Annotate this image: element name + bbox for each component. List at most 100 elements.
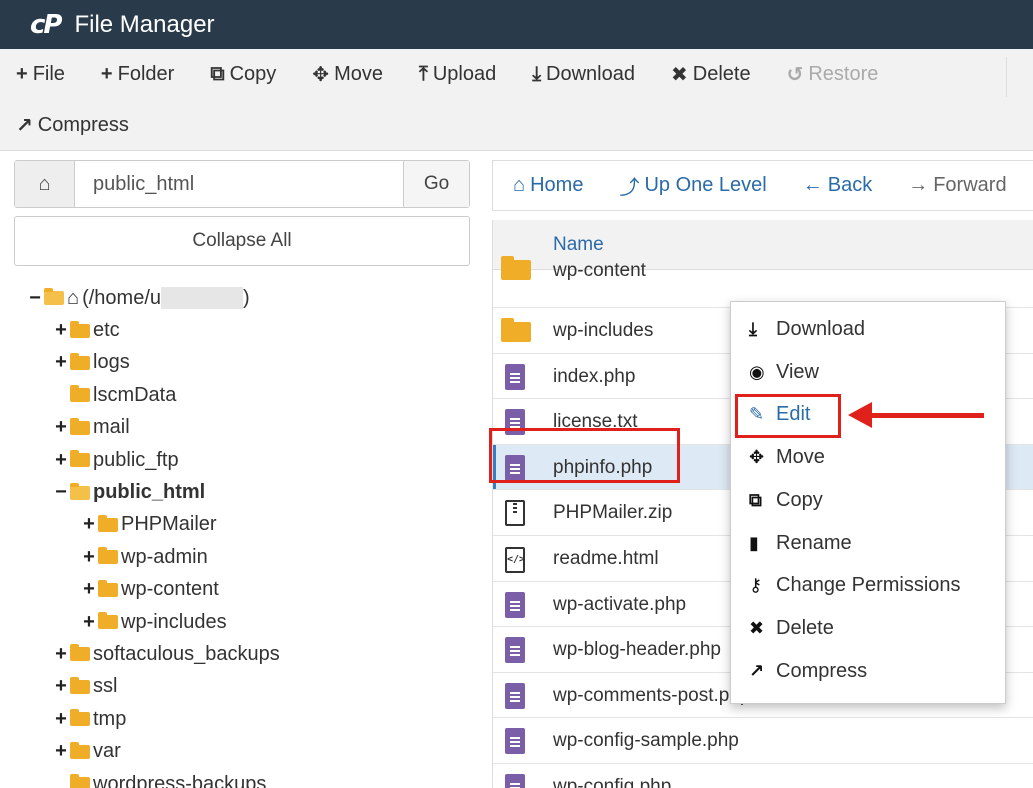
collapse-toggle-icon[interactable]: − xyxy=(54,481,68,504)
folder-icon xyxy=(70,676,90,694)
context-menu-copy[interactable]: ⧉ Copy xyxy=(749,489,823,512)
compress-toolbar-button[interactable]: ↗ Compress xyxy=(16,113,129,138)
expand-toggle-icon[interactable]: + xyxy=(82,513,96,536)
tree-item-softaculous-backups[interactable]: + softaculous_backups xyxy=(28,638,468,670)
tree-item-logs[interactable]: + logs xyxy=(28,347,468,379)
tree-item-public-html[interactable]: − public_html xyxy=(28,476,468,508)
tree-item-label: softaculous_backups xyxy=(93,642,280,665)
move-icon: ✥ xyxy=(312,63,330,86)
forward-button[interactable]: → Forward xyxy=(908,174,1006,197)
expand-toggle-icon[interactable]: + xyxy=(82,546,96,569)
folder-icon xyxy=(501,256,531,280)
tree-item-wp-content[interactable]: + wp-content xyxy=(28,574,468,606)
tree-item-wp-includes[interactable]: + wp-includes xyxy=(28,606,468,638)
path-input[interactable] xyxy=(75,161,403,207)
file-icon: + xyxy=(16,62,28,85)
file-name: PHPMailer.zip xyxy=(553,502,673,524)
tree-item-label: wp-admin xyxy=(121,545,208,568)
tree-item-wp-admin[interactable]: + wp-admin xyxy=(28,541,468,573)
context-menu-compress[interactable]: ↗ Compress xyxy=(749,660,867,683)
close-icon: ✖ xyxy=(749,617,765,638)
folder-icon xyxy=(98,579,118,597)
tree-item-etc[interactable]: + etc xyxy=(28,314,468,346)
app-title: File Manager xyxy=(74,10,215,38)
delete-toolbar-button[interactable]: ✖ Delete xyxy=(671,62,751,87)
go-button[interactable]: Go xyxy=(403,161,469,207)
document-icon xyxy=(505,682,525,709)
upload-icon: ⤒ xyxy=(418,62,428,85)
context-menu-change-permissions[interactable]: ⚷ Change Permissions xyxy=(749,574,961,597)
arrow-pointer-icon xyxy=(848,402,872,428)
expand-toggle-icon[interactable]: + xyxy=(54,449,68,472)
toolbar-row-2: ↗ Compress xyxy=(16,110,165,140)
context-menu-label: Delete xyxy=(776,616,834,639)
context-menu-view[interactable]: ◉ View xyxy=(749,361,819,384)
home-icon[interactable]: ⌂ xyxy=(15,161,75,207)
file-icon-wrap xyxy=(505,500,525,532)
folder-icon xyxy=(70,709,90,727)
context-menu-move[interactable]: ✥ Move xyxy=(749,446,825,469)
delete-label: Delete xyxy=(692,62,751,85)
navigation-bar: ⌂ Home ⤴ Up One Level ← Back → Forward xyxy=(492,160,1033,211)
tree-item-tmp[interactable]: + tmp xyxy=(28,703,468,735)
move-toolbar-button[interactable]: ✥ Move xyxy=(312,62,383,87)
copy-icon: ⧉ xyxy=(210,62,225,85)
tree-item-home-u[interactable]: − ⌂ (/home/u) xyxy=(28,282,468,314)
tree-item-label: mail xyxy=(93,416,130,439)
file-row[interactable]: wp-config-sample.php xyxy=(493,718,1033,764)
restore-toolbar-button[interactable]: ↺ Restore xyxy=(787,62,879,87)
upload-toolbar-button[interactable]: ⤒ Upload xyxy=(419,63,496,86)
tree-item-label: etc xyxy=(93,319,120,342)
context-menu-delete[interactable]: ✖ Delete xyxy=(749,617,834,640)
tree-item-mail[interactable]: + mail xyxy=(28,412,468,444)
back-button[interactable]: ← Back xyxy=(803,174,872,197)
file-icon-wrap xyxy=(505,363,525,396)
tree-item-ssl[interactable]: + ssl xyxy=(28,671,468,703)
expand-toggle-icon[interactable]: + xyxy=(54,708,68,731)
context-menu-label: Move xyxy=(776,446,825,469)
tree-item-lscmdata[interactable]: lscmData xyxy=(28,379,468,411)
file-toolbar-button[interactable]: + File xyxy=(16,63,65,86)
expand-toggle-icon[interactable]: + xyxy=(54,675,68,698)
back-label: Back xyxy=(827,174,873,196)
file-icon-wrap xyxy=(505,637,525,669)
expand-toggle-icon[interactable]: + xyxy=(54,319,68,342)
expand-toggle-icon[interactable]: + xyxy=(54,740,68,763)
tree-item-label: tmp xyxy=(93,707,127,730)
tree-item-wordpress-backups[interactable]: wordpress-backups xyxy=(28,768,468,788)
folder-toolbar-button[interactable]: + Folder xyxy=(101,63,174,86)
collapse-toggle-icon[interactable]: − xyxy=(28,287,42,310)
tree-item-var[interactable]: + var xyxy=(28,735,468,767)
restore-icon: ↺ xyxy=(786,63,804,86)
tree-item-label: (/home/u xyxy=(82,286,162,309)
document-icon xyxy=(505,637,525,664)
context-menu-label: Change Permissions xyxy=(776,574,961,597)
tree-item-phpmailer[interactable]: + PHPMailer xyxy=(28,509,468,541)
file-row[interactable]: wp-config.php xyxy=(493,764,1033,788)
title-bar: cP File Manager xyxy=(0,0,1033,49)
context-menu-label: Download xyxy=(776,318,865,340)
html-file-icon: </> xyxy=(505,546,525,573)
context-menu-download[interactable]: ⤓ Download xyxy=(749,318,865,341)
up-one-level-button[interactable]: ⤴ Up One Level xyxy=(619,171,766,200)
compress-label: Compress xyxy=(37,113,129,136)
folder-icon xyxy=(70,450,90,468)
file-name: wp-blog-header.php xyxy=(553,639,721,661)
expand-toggle-icon[interactable]: + xyxy=(54,643,68,666)
name-column-header[interactable]: Name xyxy=(553,234,604,256)
context-menu-label: View xyxy=(776,360,819,383)
expand-toggle-icon[interactable]: + xyxy=(82,611,96,634)
file-icon-wrap xyxy=(505,773,525,788)
expand-toggle-icon[interactable]: + xyxy=(54,351,68,374)
context-menu-rename[interactable]: ▮ Rename xyxy=(749,532,852,555)
file-icon-wrap xyxy=(501,318,531,348)
collapse-all-button[interactable]: Collapse All xyxy=(14,216,470,266)
folder-icon xyxy=(70,417,90,435)
copy-toolbar-button[interactable]: ⧉ Copy xyxy=(210,63,276,86)
tree-item-public-ftp[interactable]: + public_ftp xyxy=(28,444,468,476)
expand-toggle-icon[interactable]: + xyxy=(82,578,96,601)
expand-toggle-icon[interactable]: + xyxy=(54,416,68,439)
folder-icon: + xyxy=(100,62,113,85)
home-button[interactable]: ⌂ Home xyxy=(513,174,583,197)
download-toolbar-button[interactable]: ⤓ Download xyxy=(532,63,635,86)
